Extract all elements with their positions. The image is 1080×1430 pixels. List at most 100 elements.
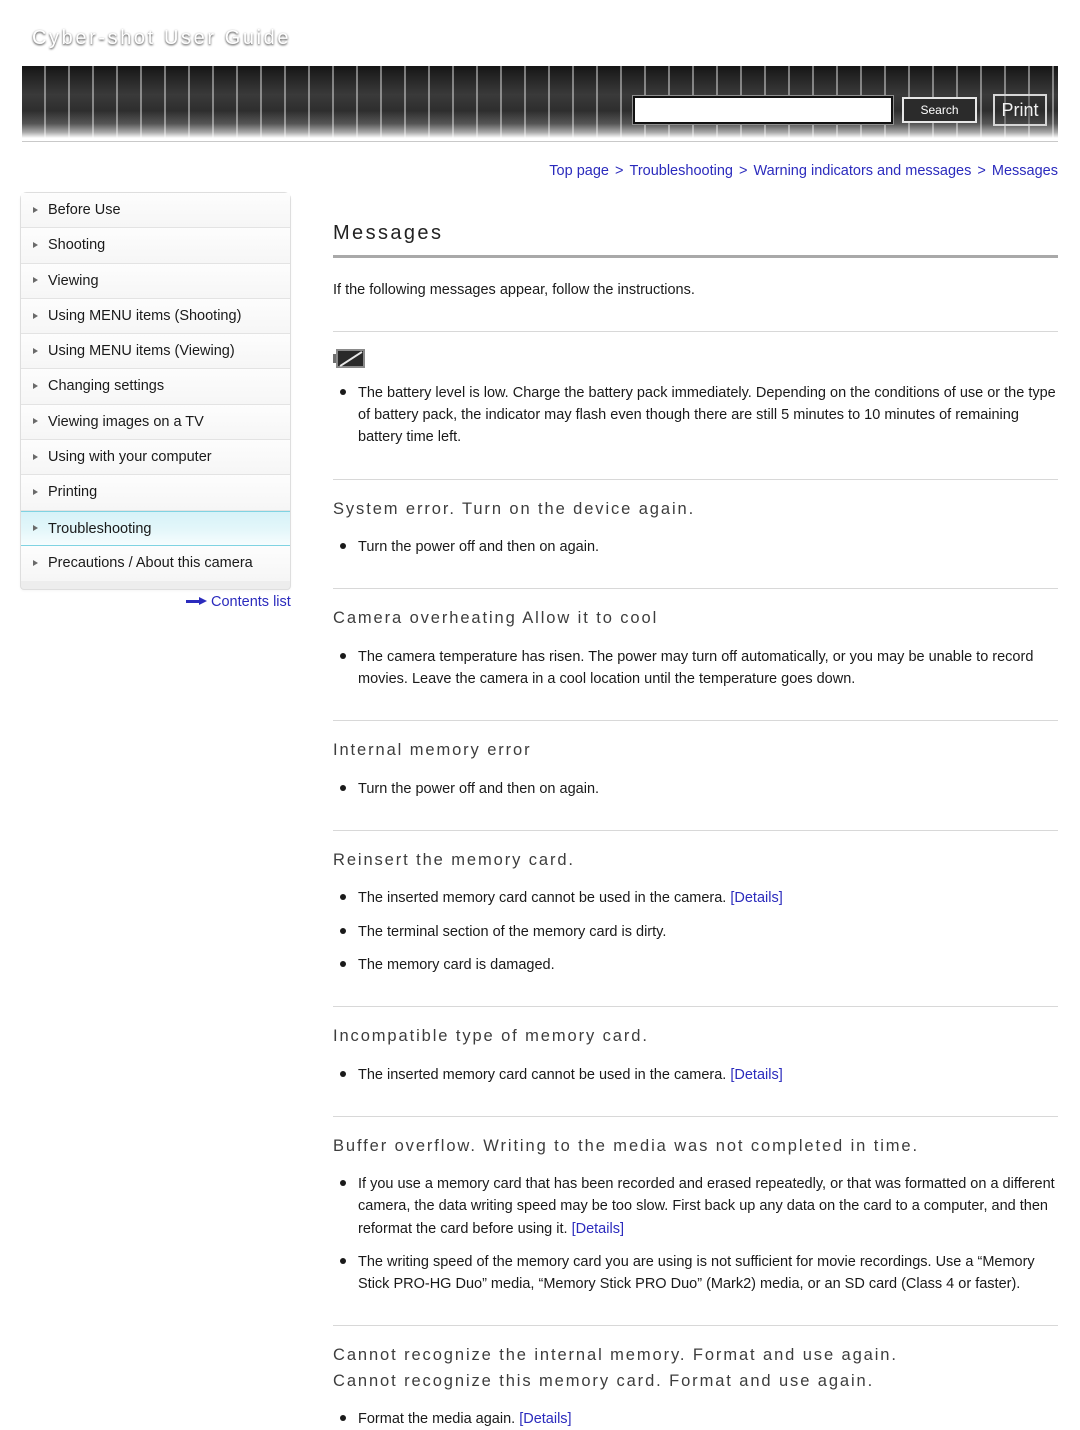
breadcrumb-item-2[interactable]: Troubleshooting (630, 163, 733, 179)
sidebar-item-printing[interactable]: Printing (21, 475, 290, 511)
sidebar-item-changing-settings[interactable]: Changing settings (21, 369, 290, 405)
breadcrumb-item-4[interactable]: Messages (992, 163, 1058, 179)
section-heading: Buffer overflow. Writing to the media wa… (333, 1136, 919, 1155)
sidebar-item-using-menu-items-viewing[interactable]: Using MENU items (Viewing) (21, 334, 290, 370)
bullet-list: The inserted memory card cannot be used … (333, 887, 1058, 976)
bullet-dot-icon (340, 1070, 346, 1077)
breadcrumb-item-1[interactable]: Top page (549, 163, 609, 179)
bullet-dot-icon (340, 894, 346, 901)
bullet-list: Turn the power off and then on again. (333, 536, 1058, 558)
sidebar-item-before-use[interactable]: Before Use (21, 193, 290, 229)
breadcrumb: Top page > Troubleshooting > Warning ind… (549, 163, 1058, 179)
intro-text: If the following messages appear, follow… (333, 282, 695, 298)
message-section: Internal memory error Turn the power off … (333, 720, 1058, 800)
bullet-list: The battery level is low. Charge the bat… (333, 382, 1058, 449)
details-link[interactable]: [Details] (730, 1067, 782, 1083)
sidebar-item-label: Shooting (48, 237, 106, 254)
breadcrumb-separator: > (734, 163, 752, 179)
bullet-item: Format the media again. [Details] (333, 1408, 1058, 1430)
sidebar-item-label: Troubleshooting (48, 520, 152, 537)
section-divider (333, 720, 1058, 722)
contents-list-link[interactable]: Contents list (186, 594, 291, 610)
bullet-item: The camera temperature has risen. The po… (333, 646, 1058, 690)
triangle-right-icon (33, 277, 38, 284)
section-heading: System error. Turn on the device again. (333, 499, 696, 518)
bullet-dot-icon (340, 1257, 346, 1264)
sidebar-item-viewing-images-on-a-tv[interactable]: Viewing images on a TV (21, 404, 290, 441)
triangle-right-icon (33, 453, 38, 460)
arrow-right-icon (186, 597, 208, 605)
contents-list-label: Contents list (211, 594, 291, 610)
message-section: Camera overheating Allow it to cool The c… (333, 588, 1058, 690)
section-heading: Reinsert the memory card. (333, 850, 575, 869)
section-divider (333, 1115, 1058, 1117)
bullet-list: The camera temperature has risen. The po… (333, 646, 1058, 690)
breadcrumb-separator: > (610, 163, 628, 179)
header-divider (22, 141, 1058, 142)
bullet-item: The inserted memory card cannot be used … (333, 887, 1058, 909)
bullet-item: The battery level is low. Charge the bat… (333, 382, 1058, 449)
low-battery-icon (333, 349, 365, 369)
sidebar-item-precautions-about-this-camera[interactable]: Precautions / About this camera (21, 545, 290, 582)
section-heading: Camera overheating Allow it to cool (333, 609, 659, 628)
bullet-item: Turn the power off and then on again. (333, 778, 1058, 800)
bullet-dot-icon (340, 652, 346, 659)
site-title: Cyber-shot User Guide (32, 27, 292, 49)
triangle-right-icon (33, 383, 38, 390)
bullet-item: Turn the power off and then on again. (333, 536, 1058, 558)
section-divider (333, 331, 1058, 333)
title-divider (333, 255, 1058, 258)
page-title: Messages (333, 222, 444, 244)
bullet-list: Format the media again. [Details] (333, 1408, 1058, 1430)
triangle-right-icon (33, 241, 38, 248)
sidebar-item-label: Before Use (48, 202, 121, 218)
bullet-item: The inserted memory card cannot be used … (333, 1064, 1058, 1086)
bullet-item: The writing speed of the memory card you… (333, 1251, 1058, 1295)
bullet-dot-icon (340, 389, 346, 396)
sidebar-item-label: Using MENU items (Viewing) (48, 343, 235, 360)
section-divider (333, 588, 1058, 590)
sidebar-item-troubleshooting[interactable]: Troubleshooting (21, 510, 290, 546)
message-section: Incompatible type of memory card. The ins… (333, 1005, 1058, 1086)
bullet-dot-icon (340, 1180, 346, 1187)
triangle-right-icon (33, 206, 38, 213)
bullet-dot-icon (340, 960, 346, 967)
section-divider (333, 478, 1058, 480)
sidebar-item-shooting[interactable]: Shooting (21, 228, 290, 264)
triangle-right-icon (33, 312, 38, 319)
triangle-right-icon (33, 524, 38, 531)
message-section: System error. Turn on the device again. T… (333, 478, 1058, 559)
section-divider (333, 1005, 1058, 1007)
details-link[interactable]: [Details] (730, 890, 782, 906)
triangle-right-icon (33, 489, 38, 496)
details-link[interactable]: [Details] (572, 1221, 624, 1237)
breadcrumb-item-3[interactable]: Warning indicators and messages (753, 163, 971, 179)
bullet-item: The memory card is damaged. (333, 954, 1058, 976)
bullet-list: Turn the power off and then on again. (333, 778, 1058, 800)
sidebar-item-viewing[interactable]: Viewing (21, 263, 290, 299)
message-section: Buffer overflow. Writing to the media wa… (333, 1115, 1058, 1295)
sidebar-item-label: Precautions / About this camera (48, 554, 253, 571)
message-section: Reinsert the memory card. The inserted me… (333, 829, 1058, 976)
breadcrumb-separator: > (973, 163, 990, 179)
search-input[interactable] (632, 95, 894, 125)
section-divider (333, 1325, 1058, 1327)
bullet-dot-icon (340, 927, 346, 934)
section-heading: Incompatible type of memory card. (333, 1026, 649, 1045)
triangle-right-icon (33, 560, 38, 567)
bullet-item: If you use a memory card that has been r… (333, 1173, 1058, 1240)
triangle-right-icon (33, 418, 38, 425)
sidebar-item-label: Using with your computer (48, 449, 212, 466)
main-content: Messages If the following messages appea… (333, 222, 1058, 1430)
sidebar-item-label: Using MENU items (Shooting) (48, 307, 242, 324)
print-button[interactable]: Print (993, 94, 1047, 126)
search-button[interactable]: Search (902, 97, 977, 123)
sidebar-item-using-with-your-computer[interactable]: Using with your computer (21, 440, 290, 476)
message-section: The battery level is low. Charge the bat… (333, 331, 1058, 449)
details-link[interactable]: [Details] (519, 1411, 571, 1427)
sidebar-item-using-menu-items-shooting[interactable]: Using MENU items (Shooting) (21, 298, 290, 335)
section-heading: Internal memory error (333, 741, 532, 760)
bullet-item: The terminal section of the memory card … (333, 921, 1058, 943)
bullet-dot-icon (340, 543, 346, 550)
bullet-list: The inserted memory card cannot be used … (333, 1064, 1058, 1086)
